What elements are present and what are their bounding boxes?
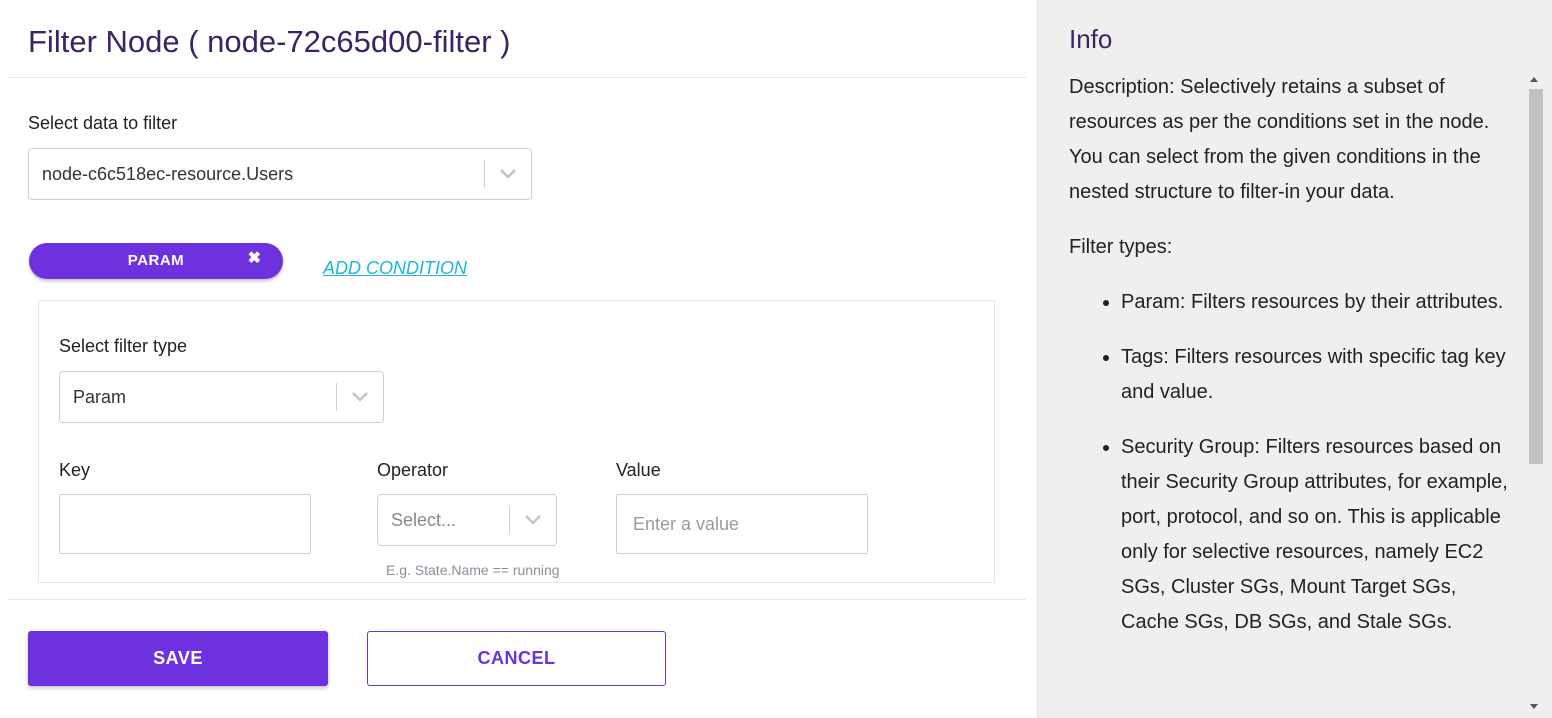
- info-title: Info: [1069, 24, 1113, 54]
- page-title: Filter Node ( node-72c65d00-filter ): [28, 24, 511, 59]
- key-input[interactable]: [59, 494, 311, 554]
- operator-placeholder: Select...: [391, 509, 457, 530]
- info-sidebar: Info Description: Selectively retains a …: [1037, 0, 1552, 718]
- key-label: Key: [59, 460, 91, 480]
- scrollbar-thumb[interactable]: [1529, 89, 1543, 464]
- save-button[interactable]: SAVE: [28, 631, 328, 686]
- scroll-up-arrow-icon[interactable]: [1528, 74, 1540, 84]
- list-item: Security Group: Filters resources based …: [1121, 430, 1519, 640]
- data-select-value: node-c6c518ec-resource.Users: [42, 163, 294, 184]
- chevron-down-icon[interactable]: [337, 391, 383, 403]
- condition-pill-param[interactable]: PARAM ✖: [29, 243, 283, 279]
- operator-label: Operator: [377, 460, 449, 480]
- operator-hint: E.g. State.Name == running: [386, 562, 560, 578]
- info-description: Description: Selectively retains a subse…: [1069, 76, 1490, 203]
- operator-dropdown[interactable]: Select...: [377, 494, 557, 546]
- chevron-down-icon[interactable]: [485, 168, 531, 180]
- filter-type-value: Param: [73, 386, 127, 407]
- filter-types-heading: Filter types:: [1069, 236, 1173, 258]
- cancel-button[interactable]: CANCEL: [367, 631, 666, 686]
- divider: [8, 77, 1026, 78]
- filter-type-dropdown[interactable]: Param: [59, 371, 384, 423]
- filter-node-form: Filter Node ( node-72c65d00-filter ) Sel…: [0, 0, 1037, 718]
- chevron-down-icon[interactable]: [510, 514, 556, 526]
- close-icon[interactable]: ✖: [248, 248, 261, 268]
- list-item: Param: Filters resources by their attrib…: [1121, 285, 1519, 320]
- data-select-dropdown[interactable]: node-c6c518ec-resource.Users: [28, 148, 532, 200]
- condition-pill-label: PARAM: [127, 252, 185, 269]
- divider: [8, 599, 1026, 600]
- scroll-down-arrow-icon[interactable]: [1528, 702, 1540, 712]
- filter-type-label: Select filter type: [59, 336, 188, 356]
- value-input[interactable]: [616, 494, 868, 554]
- filter-types-list: Param: Filters resources by their attrib…: [1121, 285, 1519, 640]
- value-label: Value: [616, 460, 661, 480]
- data-select-label: Select data to filter: [28, 113, 178, 133]
- add-condition-link[interactable]: ADD CONDITION: [323, 258, 467, 279]
- info-body: Description: Selectively retains a subse…: [1069, 70, 1519, 660]
- list-item: Tags: Filters resources with specific ta…: [1121, 340, 1519, 410]
